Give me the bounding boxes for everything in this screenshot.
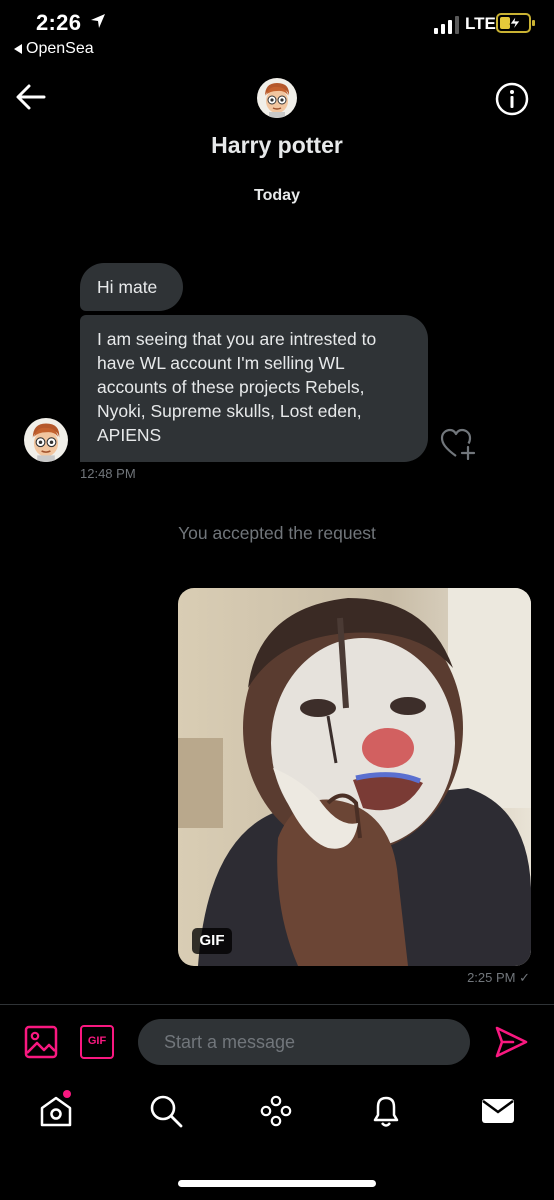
back-arrow-icon[interactable] [14,82,48,112]
notification-dot [63,1090,71,1098]
composer-divider [0,1004,554,1005]
search-icon[interactable] [148,1093,184,1129]
info-icon[interactable] [495,82,529,116]
message-input[interactable] [138,1019,470,1065]
system-notice: You accepted the request [178,523,376,543]
message-text: I am seeing that you are intrested to ha… [97,329,377,445]
send-icon[interactable] [493,1024,529,1060]
message-timestamp: 12:48 PM [80,466,136,481]
home-icon[interactable] [38,1093,74,1129]
contact-avatar[interactable] [257,78,297,118]
signal-bars-icon [434,16,459,34]
bell-icon[interactable] [368,1093,404,1129]
spaces-icon[interactable] [258,1093,294,1129]
day-separator: Today [254,187,300,204]
back-app-label: OpenSea [26,40,94,57]
message-timestamp: 2:25 PM ✓ [467,970,530,985]
status-bar: 2:26 OpenSea LTE [0,0,554,66]
avatar-face-icon [32,423,60,462]
image-icon[interactable] [24,1025,58,1059]
location-arrow-icon [91,14,105,28]
contact-name: Harry potter [211,132,343,158]
home-indicator [178,1180,376,1187]
network-type: LTE [465,14,496,33]
gif-message[interactable] [178,588,531,966]
gif-badge: GIF [192,928,232,954]
back-to-app-link[interactable]: OpenSea [14,40,94,58]
mail-icon[interactable] [480,1093,516,1129]
avatar-face-icon [265,83,290,118]
message-text: Hi mate [97,277,158,297]
back-triangle-icon [14,44,22,54]
incoming-message-bubble[interactable]: Hi mate [80,263,183,311]
status-time: 2:26 [36,10,82,35]
sender-avatar[interactable] [24,418,68,462]
heart-plus-icon[interactable] [440,428,476,460]
incoming-message-bubble[interactable]: I am seeing that you are intrested to ha… [80,315,428,462]
battery-charging-icon [496,13,535,33]
gif-image [178,588,531,966]
gif-button[interactable]: GIF [80,1025,114,1059]
